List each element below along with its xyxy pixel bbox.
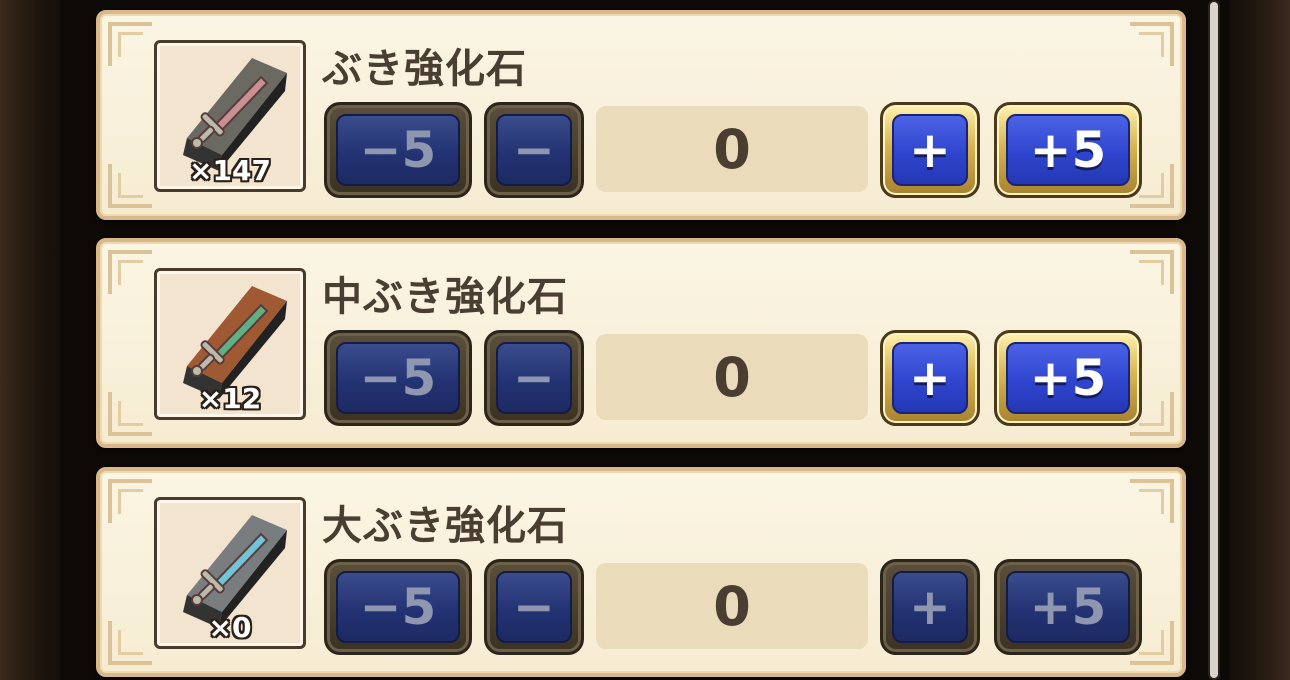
- plus-1-button[interactable]: +: [880, 559, 980, 655]
- minus-5-label: −5: [336, 342, 460, 414]
- plus-1-label: +: [892, 114, 968, 186]
- minus-1-label: −: [496, 342, 572, 414]
- plus-5-label: +5: [1006, 571, 1130, 643]
- plus-5-button[interactable]: +5: [994, 559, 1142, 655]
- corner-ornament: [1130, 22, 1174, 66]
- minus-1-label: −: [496, 571, 572, 643]
- item-name: 中ぶき強化石: [322, 274, 568, 320]
- plus-5-label: +5: [1006, 342, 1130, 414]
- item-count-label: ×0: [208, 611, 252, 644]
- corner-ornament: [1130, 479, 1174, 523]
- plus-5-button[interactable]: +5: [994, 330, 1142, 426]
- minus-5-button[interactable]: −5: [324, 330, 472, 426]
- minus-5-button[interactable]: −5: [324, 102, 472, 198]
- corner-ornament: [108, 22, 152, 66]
- list-item-stone-3: ×0 大ぶき強化石 −5 − 0 + +5: [96, 467, 1186, 677]
- corner-ornament: [1130, 250, 1174, 294]
- list-item-stone-1: ×147 ぶき強化石 −5 − 0 + +5: [96, 10, 1186, 220]
- list-item-stone-2: ×12 中ぶき強化石 −5 − 0 + +5: [96, 238, 1186, 448]
- item-icon-box[interactable]: ×0: [154, 497, 306, 649]
- quantity-field: 0: [596, 334, 868, 420]
- minus-5-label: −5: [336, 114, 460, 186]
- plus-1-label: +: [892, 571, 968, 643]
- quantity-field: 0: [596, 563, 868, 649]
- corner-ornament: [108, 164, 152, 208]
- item-name: 大ぶき強化石: [322, 503, 568, 549]
- minus-1-label: −: [496, 114, 572, 186]
- item-icon-box[interactable]: ×147: [154, 40, 306, 192]
- plus-1-button[interactable]: +: [880, 102, 980, 198]
- minus-5-button[interactable]: −5: [324, 559, 472, 655]
- plus-5-label: +5: [1006, 114, 1130, 186]
- corner-ornament: [108, 621, 152, 665]
- item-name: ぶき強化石: [322, 46, 527, 92]
- item-count-label: ×12: [198, 382, 262, 415]
- item-count-label: ×147: [189, 154, 271, 187]
- scrollbar-thumb[interactable]: [1210, 2, 1218, 678]
- quantity-field: 0: [596, 106, 868, 192]
- plus-1-label: +: [892, 342, 968, 414]
- plus-1-button[interactable]: +: [880, 330, 980, 426]
- item-icon-box[interactable]: ×12: [154, 268, 306, 420]
- minus-1-button[interactable]: −: [484, 330, 584, 426]
- plus-5-button[interactable]: +5: [994, 102, 1142, 198]
- minus-1-button[interactable]: −: [484, 102, 584, 198]
- minus-1-button[interactable]: −: [484, 559, 584, 655]
- corner-ornament: [108, 250, 152, 294]
- minus-5-label: −5: [336, 571, 460, 643]
- corner-ornament: [108, 392, 152, 436]
- corner-ornament: [108, 479, 152, 523]
